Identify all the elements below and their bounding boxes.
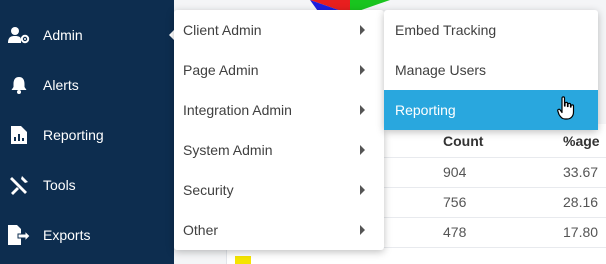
menu-item-label: Other <box>183 222 219 238</box>
table-cell-count: 478 <box>443 224 467 240</box>
submenu-item-embed-tracking[interactable]: Embed Tracking <box>384 10 598 50</box>
table-cell-percentage: 33.67 <box>563 164 599 180</box>
sidebar-item-tools[interactable]: Tools <box>0 160 174 210</box>
sidebar-item-exports[interactable]: Exports <box>0 210 174 260</box>
client-admin-submenu: Embed Tracking Manage Users Reporting <box>384 10 598 130</box>
menu-item-label: System Admin <box>183 142 273 158</box>
menu-item-integration-admin[interactable]: Integration Admin <box>174 90 384 130</box>
sidebar-item-reporting[interactable]: Reporting <box>0 110 174 160</box>
table-cell-count: 756 <box>443 194 467 210</box>
submenu-item-manage-users[interactable]: Manage Users <box>384 50 598 90</box>
sidebar-item-admin[interactable]: Admin <box>0 10 175 60</box>
menu-item-label: Client Admin <box>183 22 262 38</box>
caret-right-icon <box>360 105 365 115</box>
sidebar-item-label: Admin <box>43 27 83 43</box>
submenu-item-label: Manage Users <box>395 62 487 78</box>
submenu-item-label: Embed Tracking <box>395 22 497 38</box>
menu-item-security[interactable]: Security <box>174 170 384 210</box>
users-gear-icon <box>7 23 31 47</box>
sidebar-item-alerts[interactable]: Alerts <box>0 60 174 110</box>
caret-right-icon <box>360 65 365 75</box>
column-header-count[interactable]: Count <box>443 133 483 149</box>
sidebar: Admin Alerts Reporting Tools Exports <box>0 0 175 264</box>
menu-item-client-admin[interactable]: Client Admin <box>174 10 384 50</box>
hand-pointer-cursor-icon <box>557 96 575 123</box>
table-cell-percentage: 17.80 <box>563 224 599 240</box>
caret-right-icon <box>360 145 365 155</box>
submenu-item-reporting[interactable]: Reporting <box>384 90 598 130</box>
menu-item-system-admin[interactable]: System Admin <box>174 130 384 170</box>
menu-item-label: Security <box>183 182 234 198</box>
caret-right-icon <box>360 225 365 235</box>
table-cell-count: 904 <box>443 164 467 180</box>
sidebar-item-label: Tools <box>43 177 76 193</box>
bell-icon <box>7 73 31 97</box>
sidebar-item-label: Reporting <box>43 127 104 143</box>
tools-icon <box>7 173 31 197</box>
menu-item-other[interactable]: Other <box>174 210 384 250</box>
sidebar-item-label: Exports <box>43 227 91 243</box>
menu-item-label: Page Admin <box>183 62 259 78</box>
submenu-item-label: Reporting <box>395 102 456 118</box>
report-icon <box>7 123 31 147</box>
sidebar-item-label: Alerts <box>43 77 79 93</box>
export-icon <box>7 223 31 247</box>
admin-menu: Client Admin Page Admin Integration Admi… <box>174 10 384 250</box>
column-header-percentage[interactable]: %age <box>563 133 600 149</box>
caret-right-icon <box>360 25 365 35</box>
menu-item-page-admin[interactable]: Page Admin <box>174 50 384 90</box>
menu-item-label: Integration Admin <box>183 102 292 118</box>
table-cell-percentage: 28.16 <box>563 194 599 210</box>
legend-swatch-yellow <box>235 256 251 264</box>
caret-right-icon <box>360 185 365 195</box>
